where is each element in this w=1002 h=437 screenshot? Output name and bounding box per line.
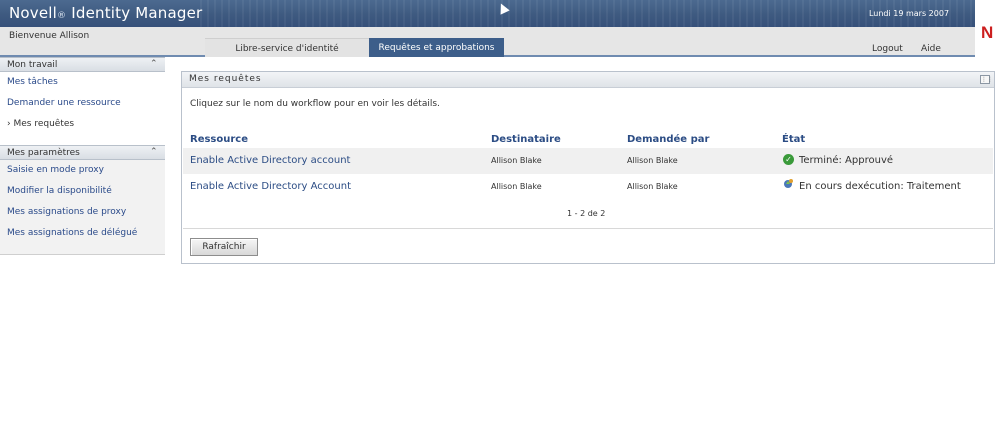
registered-mark: ® bbox=[57, 11, 67, 21]
status-text: En cours dexécution: Traitement bbox=[799, 181, 961, 192]
sidebar-item-proxy-mode[interactable]: Saisie en mode proxy bbox=[0, 164, 165, 185]
check-circle-icon: ✓ bbox=[783, 154, 794, 165]
sidebar-item-label: Mes requêtes bbox=[13, 119, 75, 129]
requested-by-cell: Allison Blake bbox=[627, 182, 678, 191]
welcome-text: Bienvenue Allison bbox=[9, 31, 90, 41]
column-header-resource[interactable]: Ressource bbox=[190, 134, 248, 145]
sidebar-item-request-resource[interactable]: Demander une ressource bbox=[0, 97, 165, 118]
column-header-requested-by[interactable]: Demandée par bbox=[627, 134, 709, 145]
my-requests-panel: Mes requêtes ⋮⋮ Cliquez sur le nom du wo… bbox=[181, 71, 995, 264]
table-row: Enable Active Directory account Allison … bbox=[183, 148, 993, 174]
resource-link[interactable]: Enable Active Directory Account bbox=[190, 181, 351, 192]
product-name: Identity Manager bbox=[71, 4, 203, 22]
sidebar-item-my-tasks[interactable]: Mes tâches bbox=[0, 76, 165, 97]
divider bbox=[183, 228, 993, 229]
sidebar-group-title: Mes paramètres bbox=[7, 148, 80, 158]
tab-self-service[interactable]: Libre-service d'identité bbox=[205, 38, 369, 57]
tab-requests-approvals[interactable]: Requêtes et approbations bbox=[369, 38, 504, 57]
novell-logo: N bbox=[975, 0, 1002, 58]
resource-link[interactable]: Enable Active Directory account bbox=[190, 155, 350, 166]
panel-header: Mes requêtes ⋮⋮ bbox=[182, 72, 994, 88]
sidebar-group-my-settings: Mes paramètres ⌃ Saisie en mode proxy Mo… bbox=[0, 145, 165, 255]
panel-options-icon[interactable]: ⋮⋮ bbox=[980, 75, 993, 84]
sidebar: Mon travail ⌃ Mes tâches Demander une re… bbox=[0, 57, 165, 255]
top-banner: Novell® Identity Manager Lundi 19 mars 2… bbox=[0, 0, 975, 27]
status-text: Terminé: Approuvé bbox=[799, 155, 894, 166]
logout-link[interactable]: Logout bbox=[872, 44, 903, 54]
sidebar-item-my-requests[interactable]: › Mes requêtes bbox=[0, 118, 165, 139]
nav-bar: Bienvenue Allison Libre-service d'identi… bbox=[0, 27, 975, 57]
sidebar-item-delegate-assignments[interactable]: Mes assignations de délégué bbox=[0, 227, 165, 248]
sidebar-group-title: Mon travail bbox=[7, 60, 58, 70]
column-header-recipient[interactable]: Destinataire bbox=[491, 134, 561, 145]
requested-by-cell: Allison Blake bbox=[627, 156, 678, 165]
panel-title: Mes requêtes bbox=[189, 74, 262, 84]
brand-name: Novell bbox=[9, 4, 58, 22]
sidebar-group-header[interactable]: Mon travail ⌃ bbox=[0, 57, 165, 72]
recipient-cell: Allison Blake bbox=[491, 156, 542, 165]
pagination-text: 1 - 2 de 2 bbox=[567, 209, 606, 218]
refresh-button[interactable]: Rafraîchir bbox=[190, 238, 258, 256]
sidebar-group-my-work: Mon travail ⌃ Mes tâches Demander une re… bbox=[0, 57, 165, 145]
banner-date: Lundi 19 mars 2007 bbox=[868, 9, 950, 18]
sidebar-group-header[interactable]: Mes paramètres ⌃ bbox=[0, 145, 165, 160]
app-title: Novell® Identity Manager bbox=[9, 4, 202, 22]
sidebar-item-proxy-assignments[interactable]: Mes assignations de proxy bbox=[0, 206, 165, 227]
logo-letter: N bbox=[981, 23, 994, 42]
help-link[interactable]: Aide bbox=[921, 44, 941, 54]
running-process-icon bbox=[784, 179, 793, 188]
instruction-text: Cliquez sur le nom du workflow pour en v… bbox=[190, 99, 440, 109]
recipient-cell: Allison Blake bbox=[491, 182, 542, 191]
table-row: Enable Active Directory Account Allison … bbox=[183, 174, 993, 200]
sidebar-item-availability[interactable]: Modifier la disponibilité bbox=[0, 185, 165, 206]
collapse-icon[interactable]: ⌃ bbox=[150, 59, 158, 69]
collapse-icon[interactable]: ⌃ bbox=[150, 147, 158, 157]
column-header-state[interactable]: État bbox=[782, 134, 805, 145]
